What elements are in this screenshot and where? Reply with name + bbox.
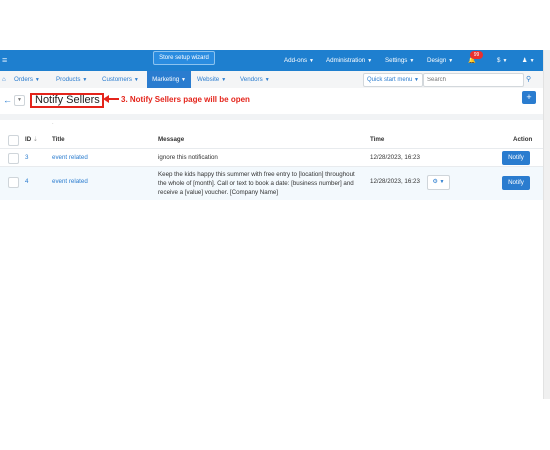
- sort-icon: ⇣: [32, 136, 39, 143]
- top-navbar: ≡ Store setup wizard Add-ons ▼ Administra…: [0, 50, 543, 71]
- column-time[interactable]: Time: [370, 135, 384, 144]
- row-title[interactable]: event related: [52, 177, 88, 186]
- annotation-arrow-head: [103, 95, 109, 103]
- table-header: ID ⇣ Title Message Time Action: [0, 126, 543, 148]
- gear-icon: ⚙: [432, 179, 438, 185]
- notify-button[interactable]: Notify: [502, 176, 530, 190]
- row-checkbox[interactable]: [8, 153, 19, 164]
- chevron-down-icon: ▼: [309, 58, 314, 64]
- row-time: 12/28/2023, 16:23: [370, 178, 420, 185]
- back-arrow-icon[interactable]: ←: [3, 95, 12, 105]
- search-icon[interactable]: ⚲: [526, 75, 531, 85]
- topnav-administration[interactable]: Administration ▼: [326, 56, 372, 66]
- chevron-down-icon: ▼: [34, 77, 40, 83]
- annotation-text: 3. Notify Sellers page will be open: [121, 95, 250, 104]
- row-message: ignore this notification: [158, 154, 218, 161]
- topnav-settings[interactable]: Settings ▼: [385, 56, 414, 66]
- row-checkbox[interactable]: [8, 177, 19, 188]
- row-id[interactable]: 4: [25, 177, 28, 186]
- chevron-down-icon: ▼: [82, 77, 88, 83]
- chevron-down-icon: ▼: [439, 179, 445, 185]
- menu-website[interactable]: Website ▼: [197, 75, 226, 85]
- column-message: Message: [158, 136, 185, 143]
- user-icon: ♟: [522, 57, 528, 64]
- row-id[interactable]: 3: [25, 153, 28, 162]
- home-icon[interactable]: ⌂: [2, 75, 6, 84]
- column-action: Action: [513, 136, 533, 143]
- chevron-down-icon: ▼: [133, 77, 139, 83]
- menu-marketing[interactable]: Marketing ▼: [147, 71, 191, 88]
- chevron-down-icon: ▼: [264, 77, 270, 83]
- chevron-down-icon: ▼: [180, 77, 186, 83]
- menu-vendors[interactable]: Vendors ▼: [240, 75, 270, 85]
- add-button[interactable]: +: [522, 91, 536, 104]
- chevron-down-icon: ▼: [221, 77, 227, 83]
- table-row: 3 event related ignore this notification…: [0, 148, 543, 167]
- row-actions-dropdown[interactable]: ⚙ ▼: [427, 175, 450, 190]
- column-title[interactable]: Title: [52, 135, 65, 144]
- chevron-down-icon: ▼: [502, 58, 508, 64]
- select-all-checkbox[interactable]: [8, 135, 19, 146]
- currency-selector[interactable]: $ ▼: [497, 56, 507, 66]
- column-id[interactable]: ID ⇣: [25, 135, 38, 144]
- page-title: Notify Sellers: [30, 93, 104, 108]
- row-time: 12/28/2023, 16:23: [370, 154, 420, 161]
- chevron-down-icon: ▼: [414, 77, 419, 83]
- menu-products[interactable]: Products ▼: [56, 75, 87, 85]
- chevron-down-icon: ▼: [529, 58, 535, 64]
- menu-customers[interactable]: Customers ▼: [102, 75, 139, 85]
- topnav-addons[interactable]: Add-ons ▼: [284, 56, 314, 66]
- page-actions-dropdown[interactable]: ▼: [14, 95, 25, 106]
- chevron-down-icon: ▼: [367, 58, 373, 64]
- menu-orders[interactable]: Orders ▼: [14, 75, 40, 85]
- user-menu[interactable]: ♟ ▼: [522, 56, 535, 66]
- row-title[interactable]: event related: [52, 153, 88, 162]
- admin-window: ≡ Store setup wizard Add-ons ▼ Administra…: [0, 50, 543, 399]
- table-row: 4 event related Keep the kids happy this…: [0, 166, 543, 200]
- separator: [0, 114, 543, 120]
- topnav-design[interactable]: Design ▼: [427, 56, 453, 66]
- chevron-down-icon: ▼: [448, 58, 454, 64]
- row-message: Keep the kids happy this summer with fre…: [158, 171, 355, 196]
- quick-start-menu[interactable]: Quick start menu ▼: [363, 73, 423, 87]
- store-setup-wizard-button[interactable]: Store setup wizard: [153, 51, 215, 65]
- vertical-scrollbar[interactable]: [543, 50, 550, 399]
- notification-badge: 99: [470, 51, 483, 59]
- search-input[interactable]: [423, 73, 524, 87]
- chevron-down-icon: ▼: [409, 58, 415, 64]
- notify-button[interactable]: Notify: [502, 151, 530, 165]
- menu-icon[interactable]: ≡: [2, 54, 7, 66]
